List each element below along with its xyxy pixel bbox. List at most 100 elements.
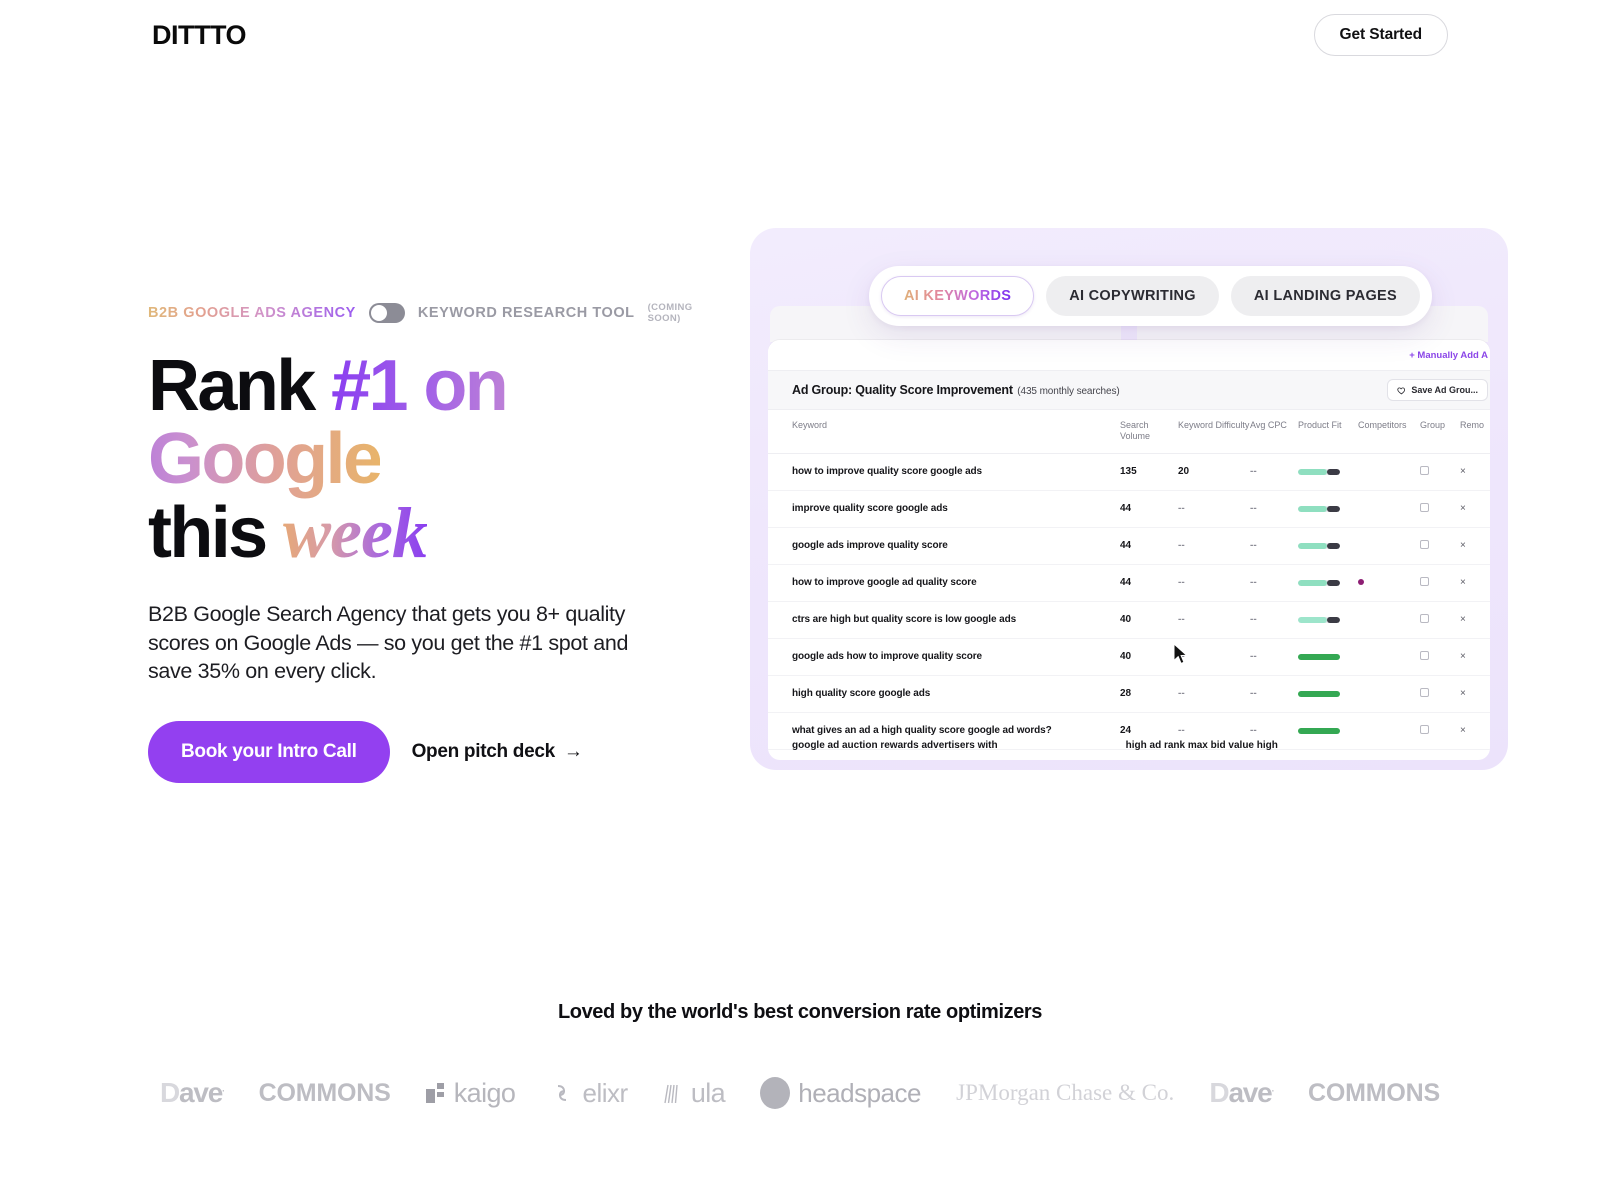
col-header-product-fit[interactable]: Product Fit bbox=[1298, 410, 1358, 454]
cell-keyword-difficulty: 20 bbox=[1178, 453, 1250, 491]
logo-jpmorgan: JPMorgan Chase & Co. bbox=[956, 1080, 1174, 1106]
product-fit-bar bbox=[1298, 653, 1340, 660]
headline-part-rank: Rank bbox=[148, 346, 332, 426]
col-header-keyword-difficulty[interactable]: Keyword Difficulty bbox=[1178, 410, 1250, 454]
cell-remove: × bbox=[1460, 527, 1490, 565]
table-row[interactable]: ctrs are high but quality score is low g… bbox=[768, 601, 1490, 639]
remove-row-icon[interactable]: × bbox=[1460, 725, 1466, 736]
logo-headspace: headspace bbox=[760, 1077, 921, 1109]
remove-row-icon[interactable]: × bbox=[1460, 614, 1466, 625]
keyword-table: Keyword Search Volume Keyword Difficulty… bbox=[768, 410, 1490, 760]
cell-competitors bbox=[1358, 527, 1420, 565]
cell-competitors bbox=[1358, 638, 1420, 676]
keyword-table-head: Keyword Search Volume Keyword Difficulty… bbox=[768, 410, 1490, 454]
col-header-group[interactable]: Group bbox=[1420, 410, 1460, 454]
group-checkbox[interactable] bbox=[1420, 576, 1429, 586]
table-row[interactable]: improve quality score google ads 44 -- -- × bbox=[768, 490, 1490, 528]
hero-cta-row: Book your Intro Call Open pitch deck → bbox=[148, 721, 708, 784]
cell-search-volume: 135 bbox=[1120, 453, 1178, 491]
save-ad-group-button[interactable]: Save Ad Grou... bbox=[1387, 379, 1488, 401]
remove-row-icon[interactable]: × bbox=[1460, 577, 1466, 588]
cell-remove: × bbox=[1460, 601, 1490, 639]
cell-product-fit bbox=[1298, 564, 1358, 602]
eyebrow-coming-soon: (COMING SOON) bbox=[647, 302, 693, 324]
cell-keyword: ctrs are high but quality score is low g… bbox=[768, 601, 1120, 639]
logo-elixr: elixr bbox=[550, 1078, 628, 1109]
open-pitch-deck-label: Open pitch deck bbox=[411, 741, 556, 763]
cell-keyword: improve quality score google ads bbox=[768, 490, 1120, 528]
book-intro-call-button[interactable]: Book your Intro Call bbox=[148, 721, 390, 784]
headspace-mark-icon bbox=[760, 1077, 791, 1109]
table-row[interactable]: how to improve quality score google ads 1… bbox=[768, 453, 1490, 491]
table-row[interactable]: high quality score google ads 28 -- -- × bbox=[768, 675, 1490, 713]
cell-keyword: how to improve google ad quality score bbox=[768, 564, 1120, 602]
ad-group-title-wrap: Ad Group: Quality Score Improvement (435… bbox=[792, 381, 1120, 399]
client-logo-marquee: DDaveave. COMMONS kaigo elixr bbox=[0, 1058, 1600, 1128]
mode-toggle[interactable] bbox=[368, 303, 405, 323]
cell-avg-cpc: -- bbox=[1250, 527, 1298, 565]
tab-ai-landing-pages[interactable]: AI LANDING PAGES bbox=[1230, 276, 1420, 316]
product-fit-tail bbox=[1327, 505, 1340, 512]
cell-remove: × bbox=[1460, 564, 1490, 602]
group-checkbox[interactable] bbox=[1420, 724, 1429, 734]
get-started-button[interactable]: Get Started bbox=[1313, 14, 1448, 56]
group-checkbox[interactable] bbox=[1420, 650, 1429, 660]
group-checkbox[interactable] bbox=[1420, 539, 1429, 549]
ad-group-header: Ad Group: Quality Score Improvement (435… bbox=[768, 370, 1490, 410]
remove-row-icon[interactable]: × bbox=[1460, 688, 1466, 699]
product-fit-fill bbox=[1298, 468, 1328, 475]
cell-competitors bbox=[1358, 490, 1420, 528]
product-fit-bar bbox=[1298, 579, 1340, 586]
manually-add-button[interactable]: + Manually Add A bbox=[1409, 350, 1488, 361]
table-row[interactable]: how to improve google ad quality score 44… bbox=[768, 564, 1490, 602]
group-checkbox[interactable] bbox=[1420, 613, 1429, 623]
headline-part-this: this bbox=[148, 492, 284, 573]
partial-row-left: google ad auction rewards advertisers wi… bbox=[792, 740, 998, 751]
cell-avg-cpc: -- bbox=[1250, 490, 1298, 528]
table-row[interactable]: google ads how to improve quality score 4… bbox=[768, 638, 1490, 676]
remove-row-icon[interactable]: × bbox=[1460, 651, 1466, 662]
table-row[interactable]: google ads improve quality score 44 -- -- × bbox=[768, 527, 1490, 565]
ad-group-subtitle: (435 monthly searches) bbox=[1017, 386, 1120, 397]
group-checkbox[interactable] bbox=[1420, 502, 1429, 512]
save-ad-group-label: Save Ad Grou... bbox=[1411, 385, 1478, 395]
logo-jpmorgan-label: JPMorgan Chase & Co. bbox=[956, 1080, 1175, 1105]
group-checkbox[interactable] bbox=[1420, 465, 1429, 475]
group-checkbox[interactable] bbox=[1420, 687, 1429, 697]
cell-competitors bbox=[1358, 675, 1420, 713]
partial-row-right: high ad rank max bid value high bbox=[1125, 740, 1278, 751]
col-header-competitors[interactable]: Competitors bbox=[1358, 410, 1420, 454]
cell-group bbox=[1420, 453, 1460, 491]
product-fit-bar bbox=[1298, 690, 1340, 697]
competitor-dot-icon bbox=[1358, 579, 1364, 585]
logo-ula: ula bbox=[663, 1078, 726, 1109]
brand-logo[interactable]: DITTTO bbox=[152, 20, 247, 51]
col-header-remove[interactable]: Remo bbox=[1460, 410, 1490, 454]
cell-competitors bbox=[1358, 453, 1420, 491]
product-fit-bar bbox=[1298, 468, 1340, 475]
product-fit-tail bbox=[1327, 468, 1340, 475]
cell-group bbox=[1420, 490, 1460, 528]
product-fit-fill bbox=[1298, 616, 1328, 623]
table-header-row: Keyword Search Volume Keyword Difficulty… bbox=[768, 410, 1490, 454]
cell-keyword-difficulty: -- bbox=[1178, 601, 1250, 639]
site-header: DITTTO Get Started bbox=[0, 0, 1600, 70]
product-fit-bar bbox=[1298, 616, 1340, 623]
tab-ai-copywriting[interactable]: AI COPYWRITING bbox=[1046, 276, 1219, 316]
col-header-search-volume[interactable]: Search Volume bbox=[1120, 410, 1178, 454]
remove-row-icon[interactable]: × bbox=[1460, 466, 1466, 477]
cell-search-volume: 44 bbox=[1120, 490, 1178, 528]
product-fit-fill bbox=[1298, 505, 1328, 512]
tab-ai-keywords[interactable]: AI KEYWORDS bbox=[881, 276, 1035, 316]
col-header-avg-cpc[interactable]: Avg CPC bbox=[1250, 410, 1298, 454]
product-fit-bar bbox=[1298, 505, 1340, 512]
tab-ai-copywriting-label: AI COPYWRITING bbox=[1069, 288, 1196, 304]
product-fit-fill bbox=[1298, 542, 1328, 549]
open-pitch-deck-link[interactable]: Open pitch deck → bbox=[412, 741, 583, 763]
col-header-keyword[interactable]: Keyword bbox=[768, 410, 1120, 454]
remove-row-icon[interactable]: × bbox=[1460, 540, 1466, 551]
cell-product-fit bbox=[1298, 453, 1358, 491]
headline-part-week: week bbox=[283, 492, 428, 573]
remove-row-icon[interactable]: × bbox=[1460, 503, 1466, 514]
product-fit-bar bbox=[1298, 727, 1340, 734]
